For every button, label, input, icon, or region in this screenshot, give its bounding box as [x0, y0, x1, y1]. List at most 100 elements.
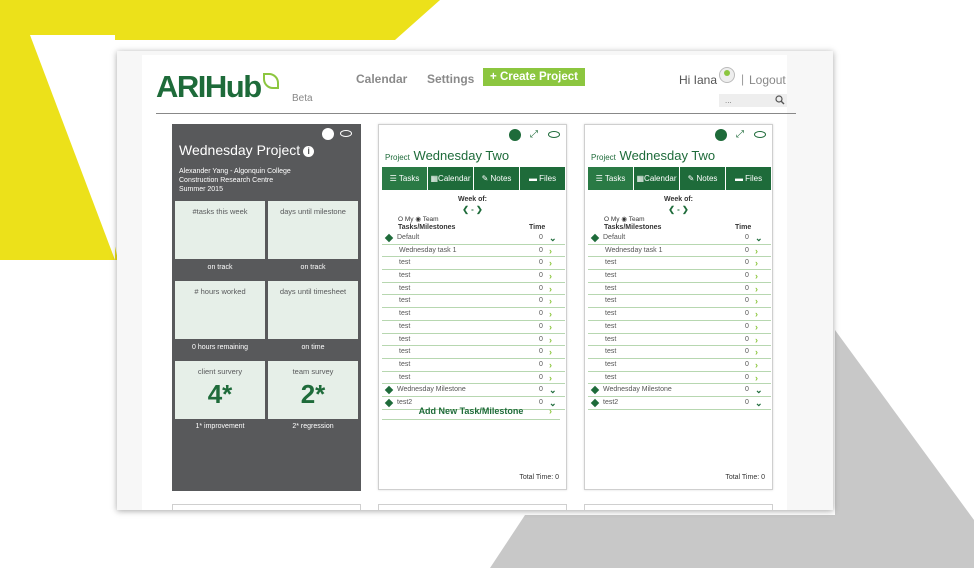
chevron-right-icon[interactable]: › [755, 359, 758, 371]
task-row[interactable]: test 0 › [588, 334, 771, 347]
week-navigation[interactable]: ❮ - ❯ [585, 205, 772, 214]
total-time: Total Time: 0 [519, 474, 559, 481]
chevron-right-icon[interactable]: › [549, 334, 552, 346]
task-row[interactable]: test 0 › [382, 308, 565, 321]
chevron-right-icon[interactable]: › [755, 295, 758, 307]
task-row[interactable]: Wednesday task 1 0 › [382, 245, 565, 258]
chevron-down-icon[interactable]: ⌄ [755, 397, 763, 409]
next-card-stub [378, 504, 567, 510]
logout-link[interactable]: Logout [749, 73, 786, 87]
chevron-right-icon[interactable]: › [755, 308, 758, 320]
task-row[interactable]: test 0 › [588, 283, 771, 296]
chevron-right-icon[interactable]: › [755, 372, 758, 384]
gear-icon[interactable] [322, 128, 334, 140]
task-time: 0 [539, 234, 543, 241]
summary-meta: Alexander Yang - Algonquin College Const… [179, 167, 291, 194]
chevron-right-icon[interactable]: › [549, 245, 552, 257]
create-project-button[interactable]: + Create Project [483, 68, 585, 86]
task-row[interactable]: Wednesday task 1 0 › [588, 245, 771, 258]
task-row[interactable]: test 0 › [382, 346, 565, 359]
chevron-right-icon[interactable]: › [755, 346, 758, 358]
chevron-right-icon[interactable]: › [549, 321, 552, 333]
hide-icon[interactable] [340, 130, 352, 137]
tab-tasks[interactable]: ☰ Tasks [588, 167, 634, 190]
task-row[interactable]: test 0 › [382, 270, 565, 283]
chevron-right-icon[interactable]: › [549, 308, 552, 320]
milestone-row[interactable]: Wednesday Milestone 0 ⌄ [382, 384, 565, 397]
milestone-row[interactable]: Wednesday Milestone 0 ⌄ [588, 384, 771, 397]
hide-icon[interactable] [754, 131, 766, 138]
task-row[interactable]: test 0 › [382, 321, 565, 334]
tile-tasks-this-week: #tasks this week [175, 201, 265, 259]
task-time: 0 [745, 272, 749, 280]
chevron-down-icon[interactable]: ⌄ [755, 384, 763, 396]
tab-notes[interactable]: ✎ Notes [680, 167, 726, 190]
task-row[interactable]: test 0 › [382, 257, 565, 271]
search-icon[interactable] [775, 95, 785, 105]
task-row[interactable]: test 0 › [588, 295, 771, 309]
my-team-toggle[interactable]: O My ◉ Team [604, 215, 645, 223]
tile-value: 2* [300, 379, 326, 409]
add-new-task-button[interactable]: Add New Task/Milestone › [382, 406, 560, 420]
info-icon[interactable]: i [303, 146, 315, 157]
arihub-logo[interactable]: ARIHub [156, 69, 279, 105]
chevron-right-icon[interactable]: › [549, 359, 552, 371]
task-row[interactable]: test 0 › [382, 334, 565, 347]
chevron-right-icon[interactable]: › [549, 283, 552, 295]
chevron-down-icon[interactable]: ⌄ [549, 232, 557, 244]
expand-icon[interactable]: ⤢ [530, 130, 540, 140]
meta-author: Alexander Yang - Algonquin College [179, 168, 291, 175]
tile-label: client survery [197, 367, 243, 376]
chevron-right-icon[interactable]: › [755, 321, 758, 333]
task-row[interactable]: test 0 › [588, 270, 771, 283]
gear-icon[interactable] [509, 129, 521, 141]
nav-calendar[interactable]: Calendar [356, 72, 407, 86]
chevron-right-icon[interactable]: › [755, 334, 758, 346]
expand-icon[interactable]: ⤢ [736, 130, 746, 140]
tab-files[interactable]: ▬ Files [520, 167, 565, 190]
task-name: Wednesday Milestone [603, 386, 672, 394]
my-team-toggle[interactable]: O My ◉ Team [398, 215, 439, 223]
tab-calendar[interactable]: ▦Calendar [428, 167, 474, 190]
task-time: 0 [745, 297, 749, 305]
tab-label: Files [539, 174, 557, 183]
chevron-right-icon[interactable]: › [549, 270, 552, 282]
gear-icon[interactable] [715, 129, 727, 141]
task-row[interactable]: test 0 › [588, 321, 771, 334]
task-row[interactable]: test 0 › [382, 359, 565, 372]
tab-files[interactable]: ▬ Files [726, 167, 771, 190]
task-row[interactable]: test 0 › [382, 372, 565, 385]
chevron-right-icon[interactable]: › [755, 245, 758, 257]
chevron-right-icon[interactable]: › [549, 295, 552, 307]
task-row[interactable]: test 0 › [588, 359, 771, 372]
week-navigation[interactable]: ❮ - ❯ [379, 205, 566, 214]
milestone-row[interactable]: test2 0 ⌄ [588, 397, 771, 410]
chevron-right-icon[interactable]: › [755, 283, 758, 295]
task-row[interactable]: test 0 › [588, 372, 771, 385]
milestone-row[interactable]: Default 0 ⌄ [588, 232, 771, 245]
tile-days-until-milestone: days until milestone [268, 201, 358, 259]
tab-calendar[interactable]: ▦Calendar [634, 167, 680, 190]
task-row[interactable]: test 0 › [382, 295, 565, 309]
chevron-right-icon[interactable]: › [549, 346, 552, 358]
avatar[interactable] [719, 67, 735, 83]
chevron-down-icon[interactable]: ⌄ [755, 232, 763, 244]
task-row[interactable]: test 0 › [588, 257, 771, 271]
nav-settings[interactable]: Settings [427, 72, 474, 86]
chevron-right-icon[interactable]: › [549, 372, 552, 384]
chevron-down-icon[interactable]: ⌄ [549, 384, 557, 396]
task-row[interactable]: test 0 › [588, 346, 771, 359]
task-name: test [399, 310, 411, 318]
tile-caption: 0 hours remaining [191, 344, 249, 351]
beta-label: Beta [292, 93, 313, 104]
chevron-right-icon[interactable]: › [755, 270, 758, 282]
task-row[interactable]: test 0 › [588, 308, 771, 321]
tab-notes[interactable]: ✎ Notes [474, 167, 520, 190]
chevron-right-icon[interactable]: › [549, 257, 552, 269]
milestone-row[interactable]: Default 0 ⌄ [382, 232, 565, 245]
task-row[interactable]: test 0 › [382, 283, 565, 296]
chevron-right-icon[interactable]: › [755, 257, 758, 269]
task-time: 0 [745, 398, 749, 406]
hide-icon[interactable] [548, 131, 560, 138]
tab-tasks[interactable]: ☰ Tasks [382, 167, 428, 190]
